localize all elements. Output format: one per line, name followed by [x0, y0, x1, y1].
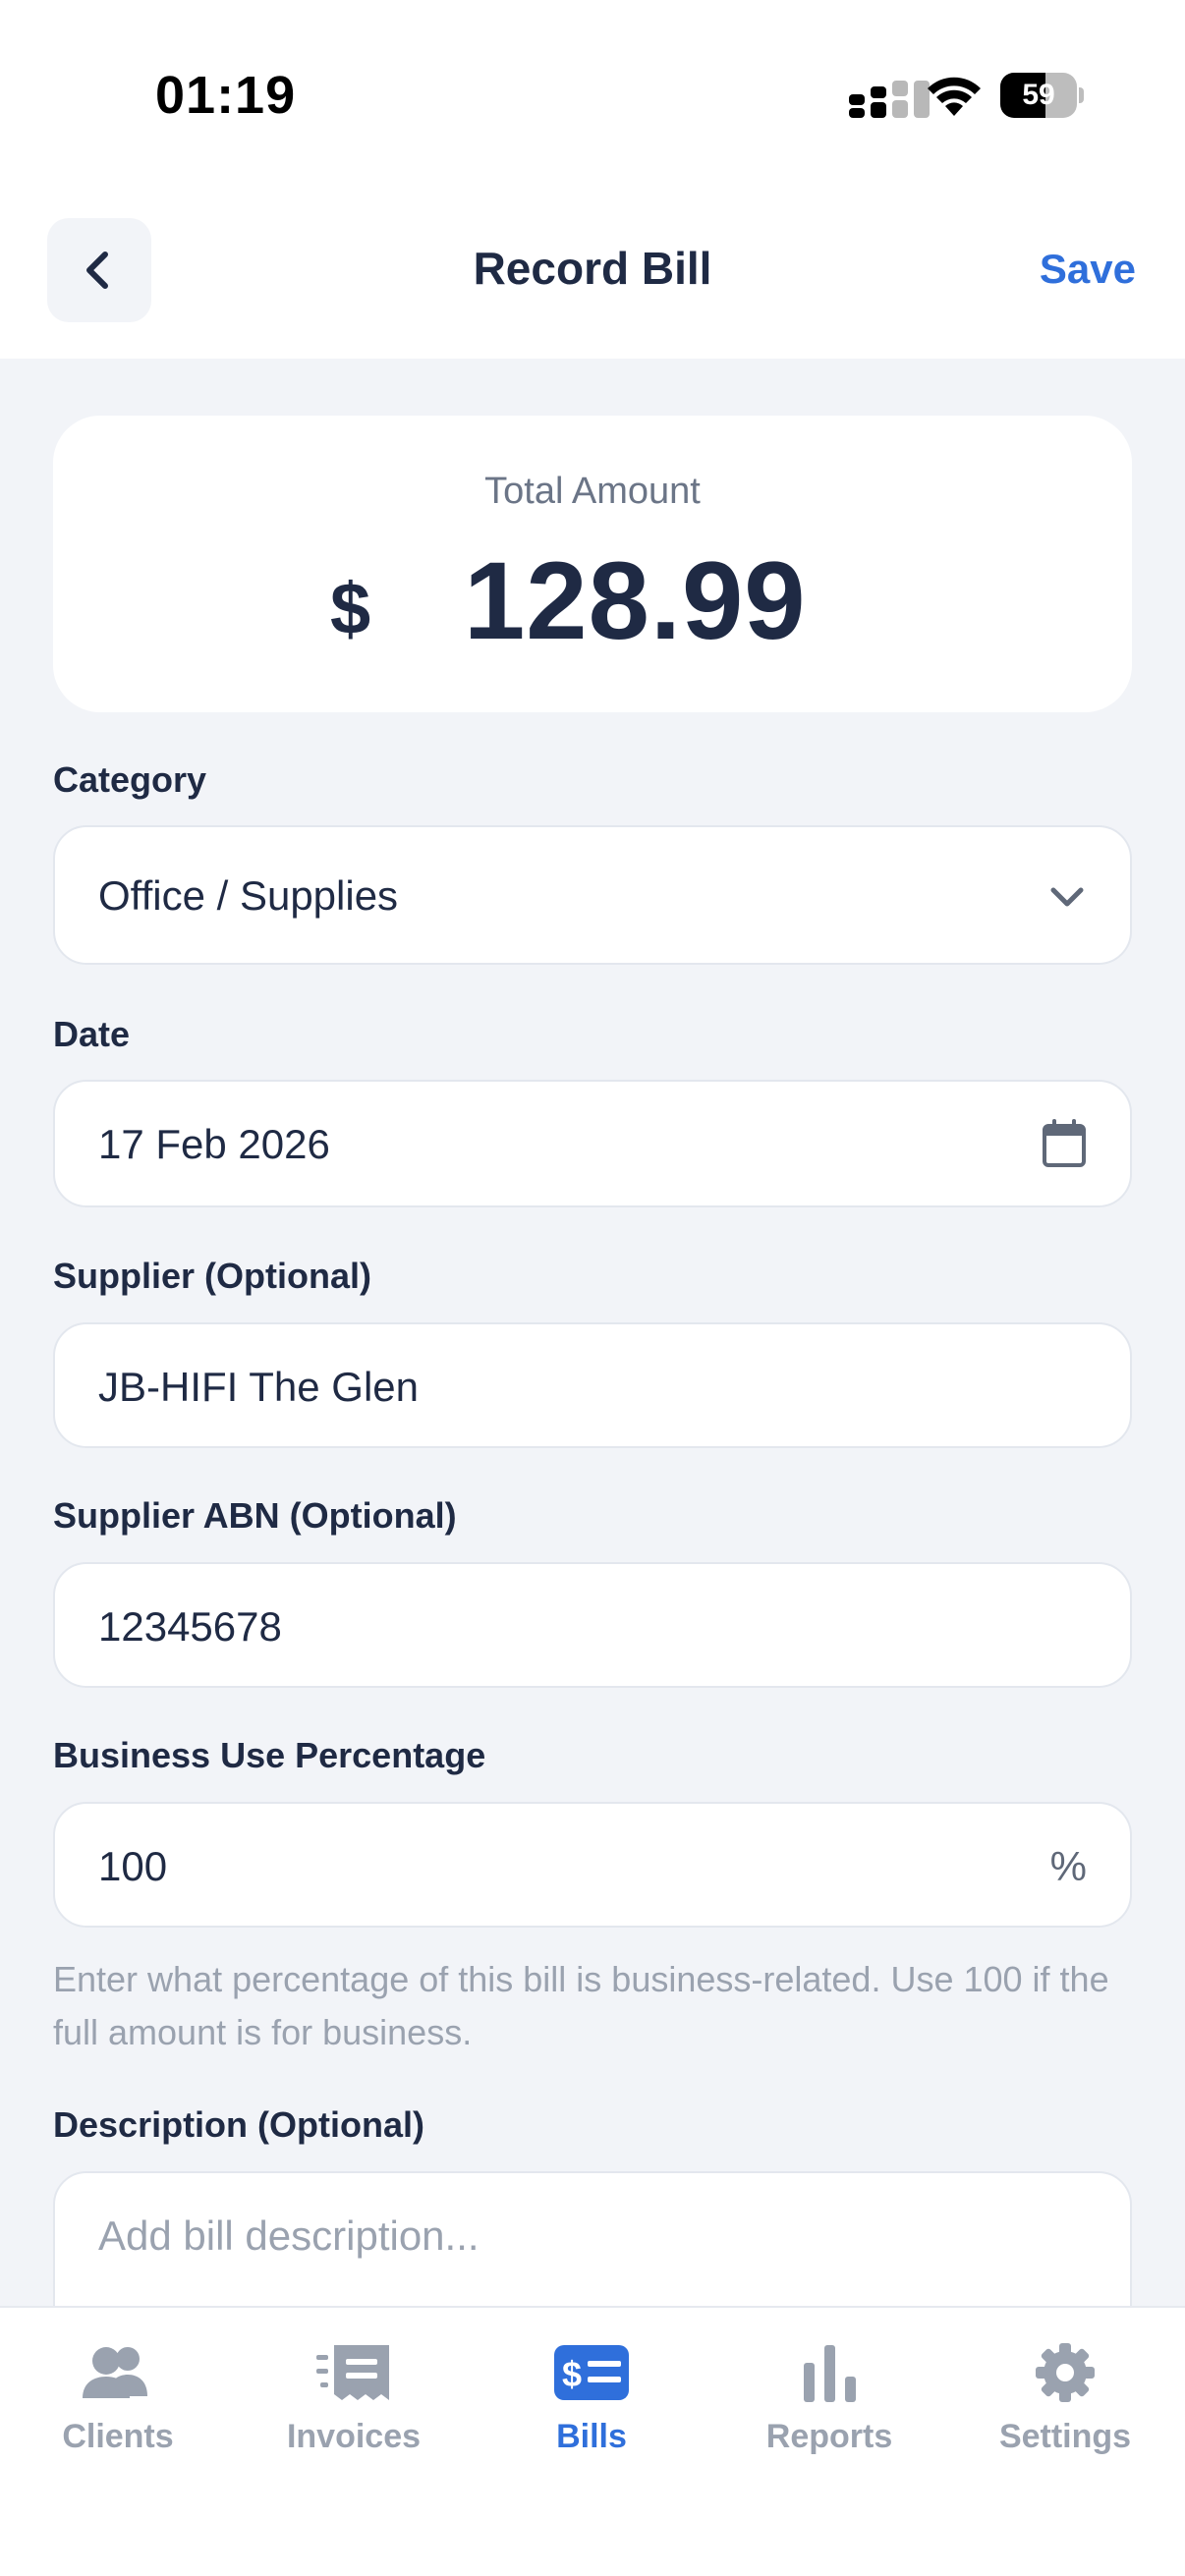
status-time: 01:19	[155, 66, 297, 125]
description-label: Description (Optional)	[53, 2104, 424, 2145]
users-icon	[83, 2347, 147, 2398]
total-amount-label: Total Amount	[484, 471, 701, 512]
save-button[interactable]: Save	[1040, 246, 1136, 293]
business-use-value: 100	[98, 1843, 168, 1889]
nav-item-clients[interactable]: Clients	[0, 2341, 236, 2456]
nav-item-settings[interactable]: Settings	[947, 2341, 1183, 2456]
chevron-down-icon	[1050, 887, 1084, 907]
bill-icon: $	[554, 2345, 629, 2400]
cellular-signal-icon	[849, 81, 930, 118]
category-value: Office / Supplies	[98, 872, 399, 919]
battery-icon: 59	[1000, 73, 1084, 118]
record-bill-screen: 01:19 59 Record Bill Save Total Amount $…	[0, 0, 1185, 2576]
gear-icon	[1036, 2343, 1095, 2402]
date-label: Date	[53, 1014, 131, 1054]
nav-label-reports: Reports	[765, 2418, 893, 2455]
category-select[interactable]: Office / Supplies	[53, 825, 1132, 965]
supplier-value: JB-HIFI The Glen	[98, 1364, 419, 1410]
supplier-abn-value: 12345678	[98, 1603, 282, 1650]
total-amount-value[interactable]: 128.99	[464, 537, 807, 664]
date-value: 17 Feb 2026	[98, 1121, 330, 1167]
supplier-input[interactable]: JB-HIFI The Glen	[53, 1322, 1132, 1448]
bottom-navigation: Clients Invoices $ Bills Reports Setting…	[0, 2306, 1185, 2576]
category-label: Category	[53, 759, 207, 800]
nav-label-bills: Bills	[556, 2418, 627, 2455]
nav-label-settings: Settings	[998, 2418, 1132, 2455]
nav-label-invoices: Invoices	[286, 2418, 422, 2455]
top-bar: 01:19 59 Record Bill Save	[0, 0, 1185, 359]
receipt-icon	[316, 2345, 389, 2400]
supplier-abn-label: Supplier ABN (Optional)	[53, 1495, 457, 1536]
total-amount-card[interactable]: Total Amount $ 128.99	[53, 416, 1132, 712]
bar-chart-icon	[804, 2345, 856, 2402]
nav-item-invoices[interactable]: Invoices	[236, 2341, 472, 2456]
business-use-helper-text: Enter what percentage of this bill is bu…	[53, 1959, 1109, 2052]
calendar-icon[interactable]	[1042, 1119, 1087, 1168]
date-field[interactable]: 17 Feb 2026	[53, 1080, 1132, 1207]
nav-label-clients: Clients	[62, 2418, 174, 2455]
svg-text:$: $	[562, 2354, 582, 2394]
currency-symbol: $	[330, 568, 371, 649]
supplier-label: Supplier (Optional)	[53, 1256, 371, 1296]
percent-suffix: %	[1049, 1843, 1087, 1889]
battery-percentage: 59	[1022, 79, 1055, 111]
page-title: Record Bill	[473, 243, 712, 294]
wifi-icon	[928, 77, 981, 116]
description-placeholder: Add bill description...	[98, 2212, 480, 2259]
business-use-label: Business Use Percentage	[53, 1735, 486, 1775]
nav-item-bills[interactable]: $ Bills	[474, 2341, 709, 2456]
nav-item-reports[interactable]: Reports	[711, 2341, 947, 2456]
business-use-input[interactable]: 100 %	[53, 1802, 1132, 1928]
supplier-abn-input[interactable]: 12345678	[53, 1562, 1132, 1688]
